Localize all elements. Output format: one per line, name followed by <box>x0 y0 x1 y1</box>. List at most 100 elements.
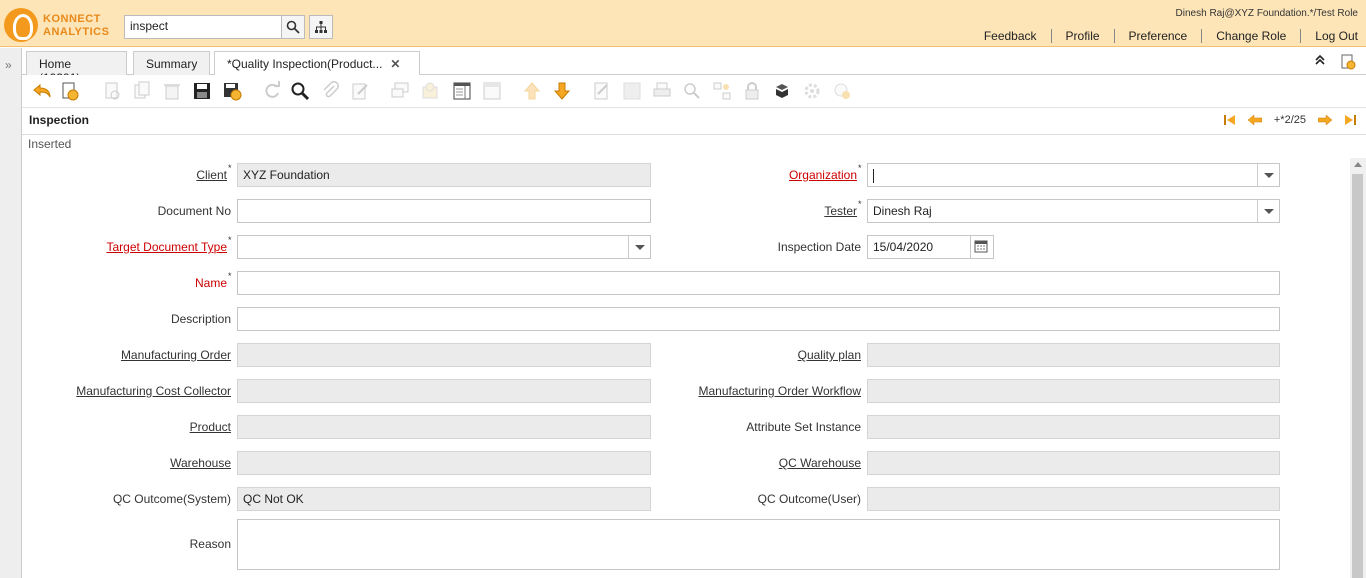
calendar-icon <box>974 240 988 253</box>
toolbar <box>22 75 1366 108</box>
attachment-icon <box>323 81 339 98</box>
qc-outcome-user-field <box>867 487 1280 511</box>
lock-icon <box>745 82 759 100</box>
detail-record-icon[interactable] <box>552 81 572 101</box>
detail-icon <box>483 82 501 100</box>
preference-link[interactable]: Preference <box>1115 29 1203 43</box>
tab-label: Summary <box>146 57 198 71</box>
user-role-info: Dinesh Raj@XYZ Foundation.*/Test Role <box>1175 8 1358 19</box>
search-input[interactable]: inspect <box>124 15 282 39</box>
qc-outcome-system-field: QC Not OK <box>237 487 651 511</box>
reason-textarea[interactable] <box>237 519 1280 570</box>
manufacturing-order-workflow-label[interactable]: Manufacturing Order Workflow <box>662 384 861 398</box>
qc-outcome-system-label: QC Outcome(System) <box>112 492 231 506</box>
product-label[interactable]: Product <box>122 420 231 434</box>
required-marker: * <box>228 235 232 245</box>
close-icon[interactable]: ✕ <box>390 57 400 71</box>
chevron-down-icon <box>634 244 645 250</box>
organization-dropdown-button[interactable] <box>1257 164 1279 186</box>
tester-select[interactable]: Dinesh Raj <box>867 199 1280 223</box>
find-icon[interactable] <box>290 81 310 101</box>
new-window-icon[interactable] <box>1340 54 1356 70</box>
print-icon <box>653 82 671 97</box>
new-record-icon <box>105 82 120 100</box>
target-document-type-label[interactable]: Target Document Type <box>72 240 227 254</box>
product-field <box>237 415 651 439</box>
manufacturing-order-label[interactable]: Manufacturing Order <box>52 348 231 362</box>
organization-label[interactable]: Organization <box>722 168 857 182</box>
tab-quality-inspection[interactable]: *Quality Inspection(Product... ✕ <box>214 51 420 76</box>
search-button[interactable] <box>281 15 305 39</box>
qc-warehouse-label[interactable]: QC Warehouse <box>722 456 861 470</box>
report-icon <box>623 82 641 100</box>
name-label: Name <box>194 276 227 290</box>
target-document-type-select[interactable] <box>237 235 651 259</box>
quality-plan-label[interactable]: Quality plan <box>682 348 861 362</box>
attribute-set-instance-label: Attribute Set Instance <box>746 420 861 434</box>
tester-dropdown-button[interactable] <box>1257 200 1279 222</box>
export-icon[interactable] <box>772 81 792 101</box>
menu-tree-button[interactable] <box>309 15 333 39</box>
tester-label[interactable]: Tester <box>722 204 857 218</box>
west-panel-collapsed: » <box>0 48 22 578</box>
chat-icon <box>391 82 409 98</box>
calendar-button[interactable] <box>970 235 994 259</box>
document-no-field[interactable] <box>237 199 651 223</box>
required-marker: * <box>858 163 862 173</box>
undo-icon[interactable] <box>32 81 52 101</box>
workflow-icon <box>713 82 731 100</box>
refresh-icon <box>265 81 280 98</box>
app-header: KONNECT ANALYTICS inspect Dinesh Raj@XYZ… <box>0 0 1366 47</box>
warehouse-label[interactable]: Warehouse <box>122 456 231 470</box>
grid-toggle-icon[interactable] <box>452 81 472 101</box>
archive-icon <box>422 82 438 99</box>
profile-link[interactable]: Profile <box>1052 29 1115 43</box>
process-icon <box>804 83 820 99</box>
scroll-up-icon[interactable] <box>1354 162 1362 167</box>
logout-link[interactable]: Log Out <box>1301 29 1358 43</box>
next-record-icon[interactable] <box>1318 114 1332 126</box>
form-scrollbar[interactable] <box>1350 158 1366 578</box>
inspection-date-label: Inspection Date <box>777 240 861 254</box>
warehouse-field <box>237 451 651 475</box>
required-marker: * <box>858 199 862 209</box>
manufacturing-cost-collector-label[interactable]: Manufacturing Cost Collector <box>42 384 231 398</box>
name-field[interactable] <box>237 271 1280 295</box>
feedback-link[interactable]: Feedback <box>970 29 1052 43</box>
description-label: Description <box>170 312 231 326</box>
target-document-type-dropdown-button[interactable] <box>628 236 650 258</box>
help-icon[interactable] <box>60 81 80 101</box>
attribute-set-instance-field <box>867 415 1280 439</box>
search-icon <box>286 20 300 34</box>
notes-icon <box>352 83 368 100</box>
save-icon[interactable] <box>192 81 212 101</box>
tab-label: *Quality Inspection(Product... <box>227 57 383 71</box>
chevron-down-icon <box>1263 172 1274 178</box>
first-record-icon[interactable] <box>1223 114 1236 126</box>
window-tabs: Home (19391) Summary *Quality Inspection… <box>22 48 1366 85</box>
qc-outcome-user-label: QC Outcome(User) <box>757 492 861 506</box>
manufacturing-cost-collector-field <box>237 379 651 403</box>
last-record-icon[interactable] <box>1344 114 1356 126</box>
manufacturing-order-field <box>237 343 651 367</box>
scrollbar-thumb[interactable] <box>1352 174 1363 578</box>
previous-record-icon[interactable] <box>1247 114 1262 126</box>
client-label[interactable]: Client <box>172 168 227 182</box>
reason-label: Reason <box>189 537 231 551</box>
inspection-form: Client * XYZ Foundation Organization * D… <box>22 150 1350 578</box>
quick-info-icon <box>834 83 850 99</box>
parent-record-icon <box>523 82 541 100</box>
change-role-link[interactable]: Change Role <box>1202 29 1302 43</box>
expand-panel-icon[interactable]: » <box>5 58 12 72</box>
tab-home[interactable]: Home (19391) <box>26 51 127 85</box>
tab-summary[interactable]: Summary <box>133 51 210 75</box>
inspection-date-field[interactable]: 15/04/2020 <box>867 235 971 259</box>
description-field[interactable] <box>237 307 1280 331</box>
record-title: Inspection <box>29 113 90 127</box>
organization-select[interactable] <box>867 163 1280 187</box>
logo-text: KONNECT <box>43 13 101 25</box>
document-no-label: Document No <box>157 204 231 218</box>
collapse-up-icon[interactable] <box>1314 54 1326 66</box>
required-marker: * <box>228 163 232 173</box>
save-and-new-icon[interactable] <box>222 81 242 101</box>
